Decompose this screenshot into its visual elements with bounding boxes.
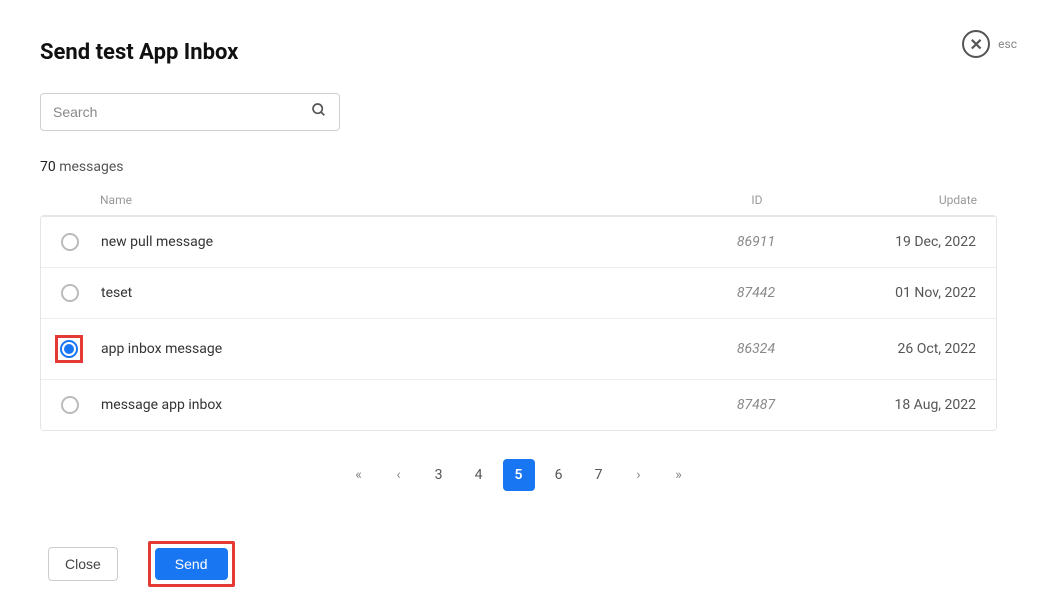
send-button[interactable]: Send	[155, 548, 228, 580]
close-button[interactable]: Close	[48, 547, 118, 581]
radio-wrap	[61, 284, 101, 302]
cell-update: 26 Oct, 2022	[816, 341, 976, 357]
cell-update: 01 Nov, 2022	[816, 285, 976, 301]
radio-button[interactable]	[61, 396, 79, 414]
table-row[interactable]: teset8744201 Nov, 2022	[41, 267, 996, 318]
cell-id: 87442	[696, 285, 816, 301]
search-input[interactable]	[53, 104, 311, 120]
cell-name: app inbox message	[101, 341, 696, 357]
radio-button[interactable]	[60, 340, 78, 358]
table-row[interactable]: message app inbox8748718 Aug, 2022	[41, 379, 996, 430]
radio-wrap	[61, 335, 101, 363]
message-table: new pull message8691119 Dec, 2022teset87…	[40, 215, 997, 431]
page-number[interactable]: 6	[543, 459, 575, 491]
page-prev-icon[interactable]: ‹	[383, 459, 415, 491]
search-icon[interactable]	[311, 102, 327, 122]
cell-name: teset	[101, 285, 696, 301]
page-last-icon[interactable]: »	[663, 459, 695, 491]
table-row[interactable]: new pull message8691119 Dec, 2022	[41, 216, 996, 267]
column-id: ID	[697, 193, 817, 207]
close-icon: ✕	[962, 30, 990, 58]
radio-highlight	[55, 335, 83, 363]
cell-name: message app inbox	[101, 397, 696, 413]
page-number[interactable]: 4	[463, 459, 495, 491]
column-update: Update	[817, 193, 977, 207]
cell-id: 86911	[696, 234, 816, 250]
cell-id: 87487	[696, 397, 816, 413]
table-header: Name ID Update	[40, 185, 997, 215]
count-number: 70	[40, 159, 56, 175]
footer-actions: Close Send	[40, 541, 997, 587]
page-number[interactable]: 5	[503, 459, 535, 491]
message-count: 70 messages	[40, 159, 997, 175]
send-highlight: Send	[148, 541, 235, 587]
table-row[interactable]: app inbox message8632426 Oct, 2022	[41, 318, 996, 379]
page-title: Send test App Inbox	[40, 40, 997, 65]
page-next-icon[interactable]: ›	[623, 459, 655, 491]
esc-label: esc	[998, 37, 1017, 51]
cell-id: 86324	[696, 341, 816, 357]
column-name: Name	[100, 193, 697, 207]
pagination: « ‹ 34567 › »	[40, 459, 997, 491]
cell-update: 19 Dec, 2022	[816, 234, 976, 250]
count-label: messages	[59, 159, 123, 175]
radio-button[interactable]	[61, 284, 79, 302]
page-number[interactable]: 3	[423, 459, 455, 491]
cell-name: new pull message	[101, 234, 696, 250]
radio-wrap	[61, 396, 101, 414]
page-first-icon[interactable]: «	[343, 459, 375, 491]
cell-update: 18 Aug, 2022	[816, 397, 976, 413]
radio-wrap	[61, 233, 101, 251]
radio-button[interactable]	[61, 233, 79, 251]
page-number[interactable]: 7	[583, 459, 615, 491]
close-esc-button[interactable]: ✕ esc	[962, 30, 1017, 58]
search-field-wrap	[40, 93, 340, 131]
